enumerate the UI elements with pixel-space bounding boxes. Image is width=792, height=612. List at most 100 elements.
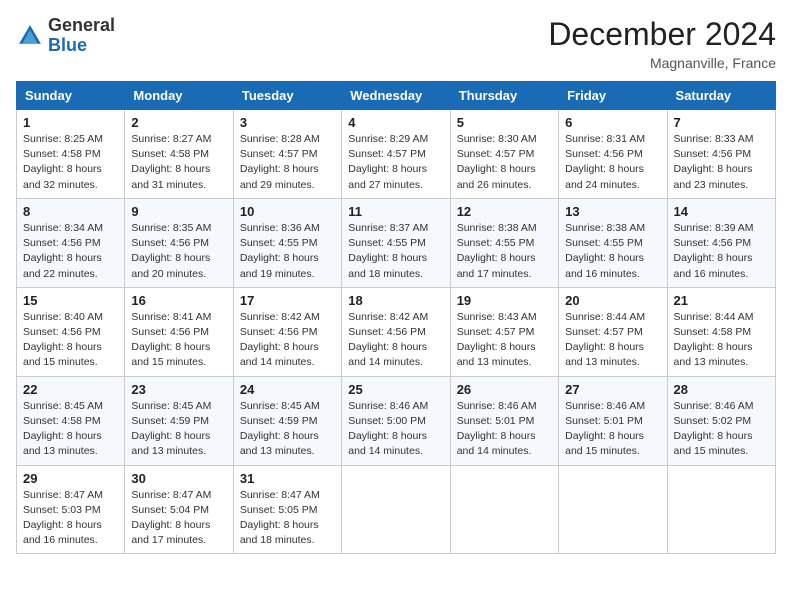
calendar-week-2: 8 Sunrise: 8:34 AM Sunset: 4:56 PM Daylig… xyxy=(17,198,776,287)
day-detail: Sunrise: 8:46 AM Sunset: 5:00 PM Dayligh… xyxy=(348,399,443,460)
day-detail: Sunrise: 8:28 AM Sunset: 4:57 PM Dayligh… xyxy=(240,132,335,193)
day-number: 1 xyxy=(23,115,118,130)
day-detail: Sunrise: 8:46 AM Sunset: 5:01 PM Dayligh… xyxy=(565,399,660,460)
day-detail: Sunrise: 8:45 AM Sunset: 4:59 PM Dayligh… xyxy=(240,399,335,460)
day-detail: Sunrise: 8:27 AM Sunset: 4:58 PM Dayligh… xyxy=(131,132,226,193)
calendar-cell: 13 Sunrise: 8:38 AM Sunset: 4:55 PM Dayli… xyxy=(559,198,667,287)
day-number: 24 xyxy=(240,382,335,397)
logo-text: General Blue xyxy=(48,16,115,56)
calendar-cell: 25 Sunrise: 8:46 AM Sunset: 5:00 PM Dayli… xyxy=(342,376,450,465)
calendar-cell: 5 Sunrise: 8:30 AM Sunset: 4:57 PM Daylig… xyxy=(450,110,558,199)
weekday-header-monday: Monday xyxy=(125,82,233,110)
day-number: 25 xyxy=(348,382,443,397)
day-number: 15 xyxy=(23,293,118,308)
weekday-header-thursday: Thursday xyxy=(450,82,558,110)
calendar-cell: 9Sunrise: 8:35 AM Sunset: 4:56 PM Daylig… xyxy=(125,198,233,287)
day-number: 28 xyxy=(674,382,769,397)
calendar-cell: 19 Sunrise: 8:43 AM Sunset: 4:57 PM Dayli… xyxy=(450,287,558,376)
day-number: 31 xyxy=(240,471,335,486)
day-detail: Sunrise: 8:44 AM Sunset: 4:58 PM Dayligh… xyxy=(674,310,769,371)
calendar-cell: 6 Sunrise: 8:31 AM Sunset: 4:56 PM Daylig… xyxy=(559,110,667,199)
calendar-cell: 20 Sunrise: 8:44 AM Sunset: 4:57 PM Dayli… xyxy=(559,287,667,376)
day-detail: Sunrise: 8:30 AM Sunset: 4:57 PM Dayligh… xyxy=(457,132,552,193)
calendar-week-1: 1 Sunrise: 8:25 AM Sunset: 4:58 PM Daylig… xyxy=(17,110,776,199)
day-number: 14 xyxy=(674,204,769,219)
calendar-week-4: 22 Sunrise: 8:45 AM Sunset: 4:58 PM Dayli… xyxy=(17,376,776,465)
calendar-cell xyxy=(450,465,558,554)
page-header: General Blue December 2024 Magnanville, … xyxy=(16,16,776,71)
calendar-cell: 2 Sunrise: 8:27 AM Sunset: 4:58 PM Daylig… xyxy=(125,110,233,199)
logo: General Blue xyxy=(16,16,115,56)
day-number: 18 xyxy=(348,293,443,308)
day-detail: Sunrise: 8:33 AM Sunset: 4:56 PM Dayligh… xyxy=(674,132,769,193)
calendar-cell: 10 Sunrise: 8:36 AM Sunset: 4:55 PM Dayli… xyxy=(233,198,341,287)
day-number: 22 xyxy=(23,382,118,397)
day-detail: Sunrise: 8:34 AM Sunset: 4:56 PM Dayligh… xyxy=(23,221,118,282)
day-detail: Sunrise: 8:43 AM Sunset: 4:57 PM Dayligh… xyxy=(457,310,552,371)
day-detail: Sunrise: 8:36 AM Sunset: 4:55 PM Dayligh… xyxy=(240,221,335,282)
calendar-cell xyxy=(667,465,775,554)
day-detail: Sunrise: 8:47 AM Sunset: 5:05 PM Dayligh… xyxy=(240,488,335,549)
day-number: 12 xyxy=(457,204,552,219)
day-detail: Sunrise: 8:45 AM Sunset: 4:58 PM Dayligh… xyxy=(23,399,118,460)
calendar-cell: 22 Sunrise: 8:45 AM Sunset: 4:58 PM Dayli… xyxy=(17,376,125,465)
calendar-cell xyxy=(342,465,450,554)
day-number: 30 xyxy=(131,471,226,486)
day-number: 13 xyxy=(565,204,660,219)
day-number: 9 xyxy=(131,204,226,219)
day-detail: Sunrise: 8:41 AM Sunset: 4:56 PM Dayligh… xyxy=(131,310,226,371)
day-detail: Sunrise: 8:25 AM Sunset: 4:58 PM Dayligh… xyxy=(23,132,118,193)
calendar-cell: 4 Sunrise: 8:29 AM Sunset: 4:57 PM Daylig… xyxy=(342,110,450,199)
calendar-cell: 12Sunrise: 8:38 AM Sunset: 4:55 PM Dayli… xyxy=(450,198,558,287)
calendar-cell: 30 Sunrise: 8:47 AM Sunset: 5:04 PM Dayli… xyxy=(125,465,233,554)
day-number: 5 xyxy=(457,115,552,130)
calendar-cell: 27 Sunrise: 8:46 AM Sunset: 5:01 PM Dayli… xyxy=(559,376,667,465)
calendar-cell: 14Sunrise: 8:39 AM Sunset: 4:56 PM Dayli… xyxy=(667,198,775,287)
day-detail: Sunrise: 8:31 AM Sunset: 4:56 PM Dayligh… xyxy=(565,132,660,193)
day-detail: Sunrise: 8:47 AM Sunset: 5:04 PM Dayligh… xyxy=(131,488,226,549)
calendar-week-3: 15 Sunrise: 8:40 AM Sunset: 4:56 PM Dayli… xyxy=(17,287,776,376)
day-number: 20 xyxy=(565,293,660,308)
day-number: 10 xyxy=(240,204,335,219)
calendar-week-5: 29Sunrise: 8:47 AM Sunset: 5:03 PM Dayli… xyxy=(17,465,776,554)
day-detail: Sunrise: 8:44 AM Sunset: 4:57 PM Dayligh… xyxy=(565,310,660,371)
calendar-cell: 3 Sunrise: 8:28 AM Sunset: 4:57 PM Daylig… xyxy=(233,110,341,199)
day-number: 17 xyxy=(240,293,335,308)
day-detail: Sunrise: 8:42 AM Sunset: 4:56 PM Dayligh… xyxy=(348,310,443,371)
calendar-cell: 26Sunrise: 8:46 AM Sunset: 5:01 PM Dayli… xyxy=(450,376,558,465)
title-block: December 2024 Magnanville, France xyxy=(548,16,776,71)
day-detail: Sunrise: 8:40 AM Sunset: 4:56 PM Dayligh… xyxy=(23,310,118,371)
day-number: 3 xyxy=(240,115,335,130)
calendar-cell: 15 Sunrise: 8:40 AM Sunset: 4:56 PM Dayli… xyxy=(17,287,125,376)
day-detail: Sunrise: 8:38 AM Sunset: 4:55 PM Dayligh… xyxy=(565,221,660,282)
weekday-header-wednesday: Wednesday xyxy=(342,82,450,110)
day-number: 23 xyxy=(131,382,226,397)
day-detail: Sunrise: 8:46 AM Sunset: 5:02 PM Dayligh… xyxy=(674,399,769,460)
day-number: 11 xyxy=(348,204,443,219)
day-number: 2 xyxy=(131,115,226,130)
day-number: 26 xyxy=(457,382,552,397)
weekday-header-friday: Friday xyxy=(559,82,667,110)
day-number: 7 xyxy=(674,115,769,130)
day-number: 8 xyxy=(23,204,118,219)
weekday-header-saturday: Saturday xyxy=(667,82,775,110)
day-number: 19 xyxy=(457,293,552,308)
calendar-cell: 24 Sunrise: 8:45 AM Sunset: 4:59 PM Dayli… xyxy=(233,376,341,465)
calendar-cell: 18 Sunrise: 8:42 AM Sunset: 4:56 PM Dayli… xyxy=(342,287,450,376)
day-number: 6 xyxy=(565,115,660,130)
day-number: 4 xyxy=(348,115,443,130)
calendar-cell: 16Sunrise: 8:41 AM Sunset: 4:56 PM Dayli… xyxy=(125,287,233,376)
day-detail: Sunrise: 8:29 AM Sunset: 4:57 PM Dayligh… xyxy=(348,132,443,193)
month-title: December 2024 xyxy=(548,16,776,53)
logo-icon xyxy=(16,22,44,50)
calendar-cell: 23Sunrise: 8:45 AM Sunset: 4:59 PM Dayli… xyxy=(125,376,233,465)
calendar-cell: 17 Sunrise: 8:42 AM Sunset: 4:56 PM Dayli… xyxy=(233,287,341,376)
day-number: 21 xyxy=(674,293,769,308)
calendar-cell: 1 Sunrise: 8:25 AM Sunset: 4:58 PM Daylig… xyxy=(17,110,125,199)
day-detail: Sunrise: 8:42 AM Sunset: 4:56 PM Dayligh… xyxy=(240,310,335,371)
calendar-cell: 11Sunrise: 8:37 AM Sunset: 4:55 PM Dayli… xyxy=(342,198,450,287)
day-number: 27 xyxy=(565,382,660,397)
location: Magnanville, France xyxy=(548,55,776,71)
calendar-cell: 7 Sunrise: 8:33 AM Sunset: 4:56 PM Daylig… xyxy=(667,110,775,199)
calendar-cell: 8 Sunrise: 8:34 AM Sunset: 4:56 PM Daylig… xyxy=(17,198,125,287)
